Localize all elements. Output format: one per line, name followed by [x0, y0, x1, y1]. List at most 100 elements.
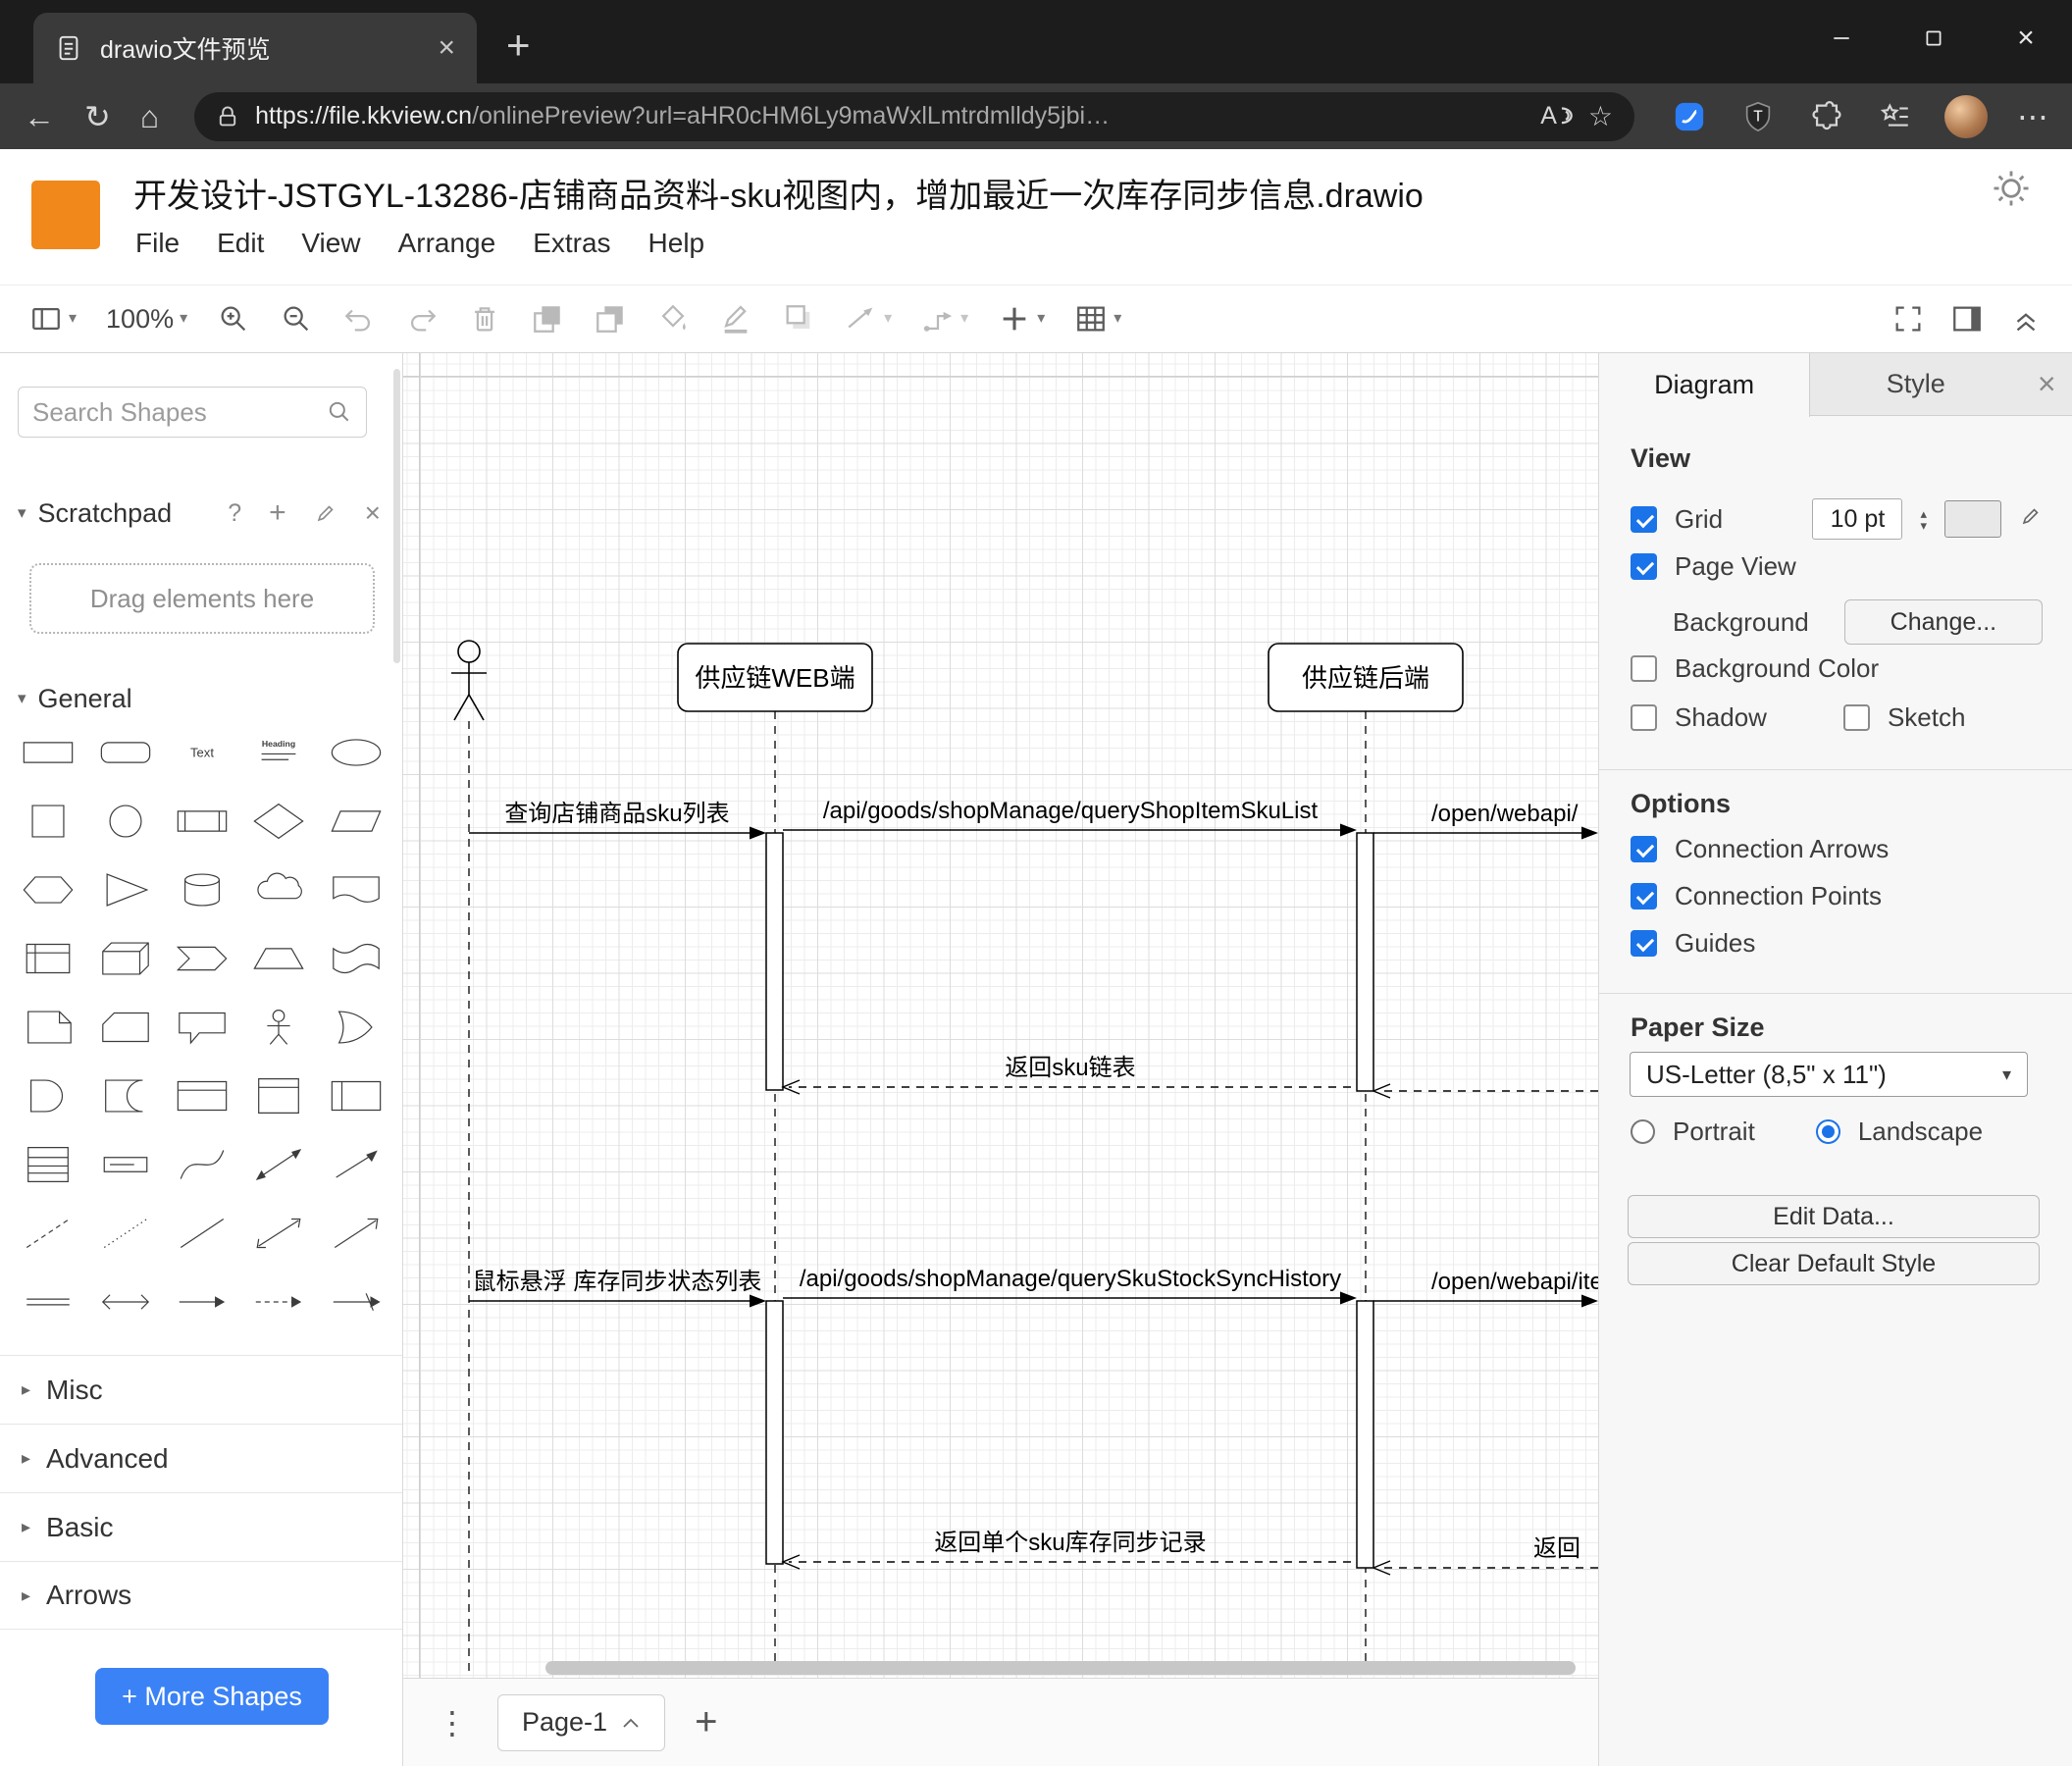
shape-card[interactable]: [91, 1005, 160, 1050]
shape-cross-arrow-edge[interactable]: [322, 1279, 390, 1324]
scratchpad-edit-icon[interactable]: [314, 501, 337, 525]
shape-and[interactable]: [14, 1073, 82, 1118]
home-icon[interactable]: ⌂: [140, 101, 159, 132]
more-shapes-button[interactable]: + More Shapes: [95, 1668, 329, 1725]
menu-extras[interactable]: Extras: [533, 228, 610, 259]
grid-size-stepper[interactable]: ▴ ▾: [1920, 507, 1927, 532]
shape-text[interactable]: Text: [168, 730, 236, 775]
shape-container[interactable]: [168, 1073, 236, 1118]
shape-internal-storage[interactable]: [14, 936, 82, 981]
shape-double-arrow[interactable]: [91, 1279, 160, 1324]
shape-tape[interactable]: [322, 936, 390, 981]
zoom-level-select[interactable]: 100% ▾: [106, 304, 187, 335]
shape-circle[interactable]: [91, 799, 160, 844]
grid-color-edit-icon[interactable]: [2019, 504, 2043, 535]
line-color-button[interactable]: [719, 302, 752, 336]
shape-or[interactable]: [322, 1005, 390, 1050]
drawing-canvas[interactable]: 供应链WEB端 供应链后端 查询店铺商品sku列表 /api/goods/sho…: [403, 353, 1598, 1678]
menu-file[interactable]: File: [135, 228, 180, 259]
shape-callout[interactable]: [168, 1005, 236, 1050]
shape-parallelogram[interactable]: [322, 799, 390, 844]
edit-data-button[interactable]: Edit Data...: [1628, 1195, 2040, 1238]
tab-close-icon[interactable]: ×: [438, 33, 455, 63]
theme-toggle-icon[interactable]: [1992, 169, 2031, 213]
sidebar-section-misc[interactable]: ▸ Misc: [0, 1355, 402, 1424]
sidebar-scrollbar[interactable]: [393, 369, 400, 663]
close-button[interactable]: ×: [1980, 0, 2072, 77]
activation-bar[interactable]: [765, 1300, 784, 1565]
portrait-radio[interactable]: [1631, 1119, 1655, 1144]
search-input[interactable]: [32, 396, 327, 428]
shape-textbox[interactable]: Heading: [244, 730, 313, 775]
shape-square[interactable]: [14, 799, 82, 844]
change-background-button[interactable]: Change...: [1843, 599, 2043, 645]
scratchpad-dropzone[interactable]: Drag elements here: [29, 563, 375, 634]
shape-ellipse[interactable]: [322, 730, 390, 775]
scratchpad-header[interactable]: ▾ Scratchpad ? + ×: [18, 496, 381, 530]
shape-horizontal-container[interactable]: [322, 1073, 390, 1118]
shape-arrow[interactable]: [322, 1142, 390, 1187]
favorite-star-icon[interactable]: ☆: [1588, 100, 1613, 132]
waypoint-style-button[interactable]: ▾: [921, 302, 968, 336]
connection-arrows-checkbox[interactable]: [1631, 836, 1657, 862]
clear-default-style-button[interactable]: Clear Default Style: [1628, 1242, 2040, 1285]
browser-menu-icon[interactable]: ⋯: [2017, 101, 2048, 132]
activation-bar[interactable]: [1356, 1300, 1374, 1569]
browser-tab[interactable]: drawio文件预览 ×: [33, 13, 477, 83]
shape-bidirectional-arrow[interactable]: [244, 1142, 313, 1187]
sidebar-section-basic[interactable]: ▸ Basic: [0, 1492, 402, 1561]
sidebar-section-arrows[interactable]: ▸ Arrows: [0, 1561, 402, 1630]
tab-style[interactable]: Style: [1810, 353, 2021, 415]
shape-list[interactable]: [14, 1142, 82, 1187]
zoom-in-button[interactable]: [217, 302, 250, 336]
fullscreen-button[interactable]: [1891, 302, 1925, 336]
landscape-radio[interactable]: [1815, 1119, 1840, 1144]
fill-color-button[interactable]: [656, 302, 690, 336]
panel-close-icon[interactable]: ×: [2021, 353, 2072, 415]
menu-help[interactable]: Help: [648, 228, 705, 259]
shape-bidirectional-connector[interactable]: [244, 1211, 313, 1256]
tab-diagram[interactable]: Diagram: [1599, 353, 1811, 417]
insert-button[interactable]: ▾: [998, 302, 1045, 336]
minimize-button[interactable]: [1795, 0, 1888, 77]
shape-diamond[interactable]: [244, 799, 313, 844]
shape-line[interactable]: [168, 1211, 236, 1256]
activation-bar[interactable]: [1356, 832, 1374, 1092]
address-bar[interactable]: https://file.kkview.cn/onlinePreview?url…: [194, 91, 1634, 141]
page-tab[interactable]: Page-1: [497, 1693, 666, 1751]
actor-figure[interactable]: [451, 640, 487, 721]
favorites-bar-icon[interactable]: [1876, 97, 1915, 136]
shape-process[interactable]: [168, 799, 236, 844]
menu-arrange[interactable]: Arrange: [398, 228, 496, 259]
pages-menu-icon[interactable]: ⋮: [437, 1704, 468, 1741]
shadow-checkbox[interactable]: [1631, 704, 1657, 731]
shape-hexagon[interactable]: [14, 867, 82, 912]
delete-button[interactable]: [468, 302, 501, 336]
collapse-toolbar-button[interactable]: [2009, 302, 2043, 336]
shape-dashed-arrow-edge[interactable]: [244, 1279, 313, 1324]
profile-avatar[interactable]: [1944, 94, 1988, 138]
shape-actor[interactable]: [244, 1005, 313, 1050]
scratchpad-close-icon[interactable]: ×: [365, 497, 381, 529]
sequence-diagram[interactable]: 供应链WEB端 供应链后端 查询店铺商品sku列表 /api/goods/sho…: [403, 353, 1598, 1678]
sidebar-section-advanced[interactable]: ▸ Advanced: [0, 1424, 402, 1492]
extensions-puzzle-icon[interactable]: [1807, 97, 1846, 136]
shape-cube[interactable]: [91, 936, 160, 981]
shape-step[interactable]: [168, 936, 236, 981]
menu-edit[interactable]: Edit: [217, 228, 264, 259]
to-front-button[interactable]: [531, 302, 564, 336]
zoom-out-button[interactable]: [280, 302, 313, 336]
shape-dotted-line[interactable]: [91, 1211, 160, 1256]
shape-link[interactable]: [14, 1279, 82, 1324]
format-panel-toggle-button[interactable]: [1950, 302, 1984, 336]
shape-rectangle[interactable]: [14, 730, 82, 775]
shape-document[interactable]: [322, 867, 390, 912]
shape-trapezoid[interactable]: [244, 936, 313, 981]
shape-list-item[interactable]: [91, 1142, 160, 1187]
refresh-icon[interactable]: ↻: [84, 101, 111, 132]
shape-rounded-rectangle[interactable]: [91, 730, 160, 775]
shape-data-storage[interactable]: [91, 1073, 160, 1118]
shape-note[interactable]: [14, 1005, 82, 1050]
new-tab-button[interactable]: +: [506, 22, 531, 69]
paper-size-select[interactable]: US-Letter (8,5" x 11") ▾: [1630, 1052, 2028, 1097]
